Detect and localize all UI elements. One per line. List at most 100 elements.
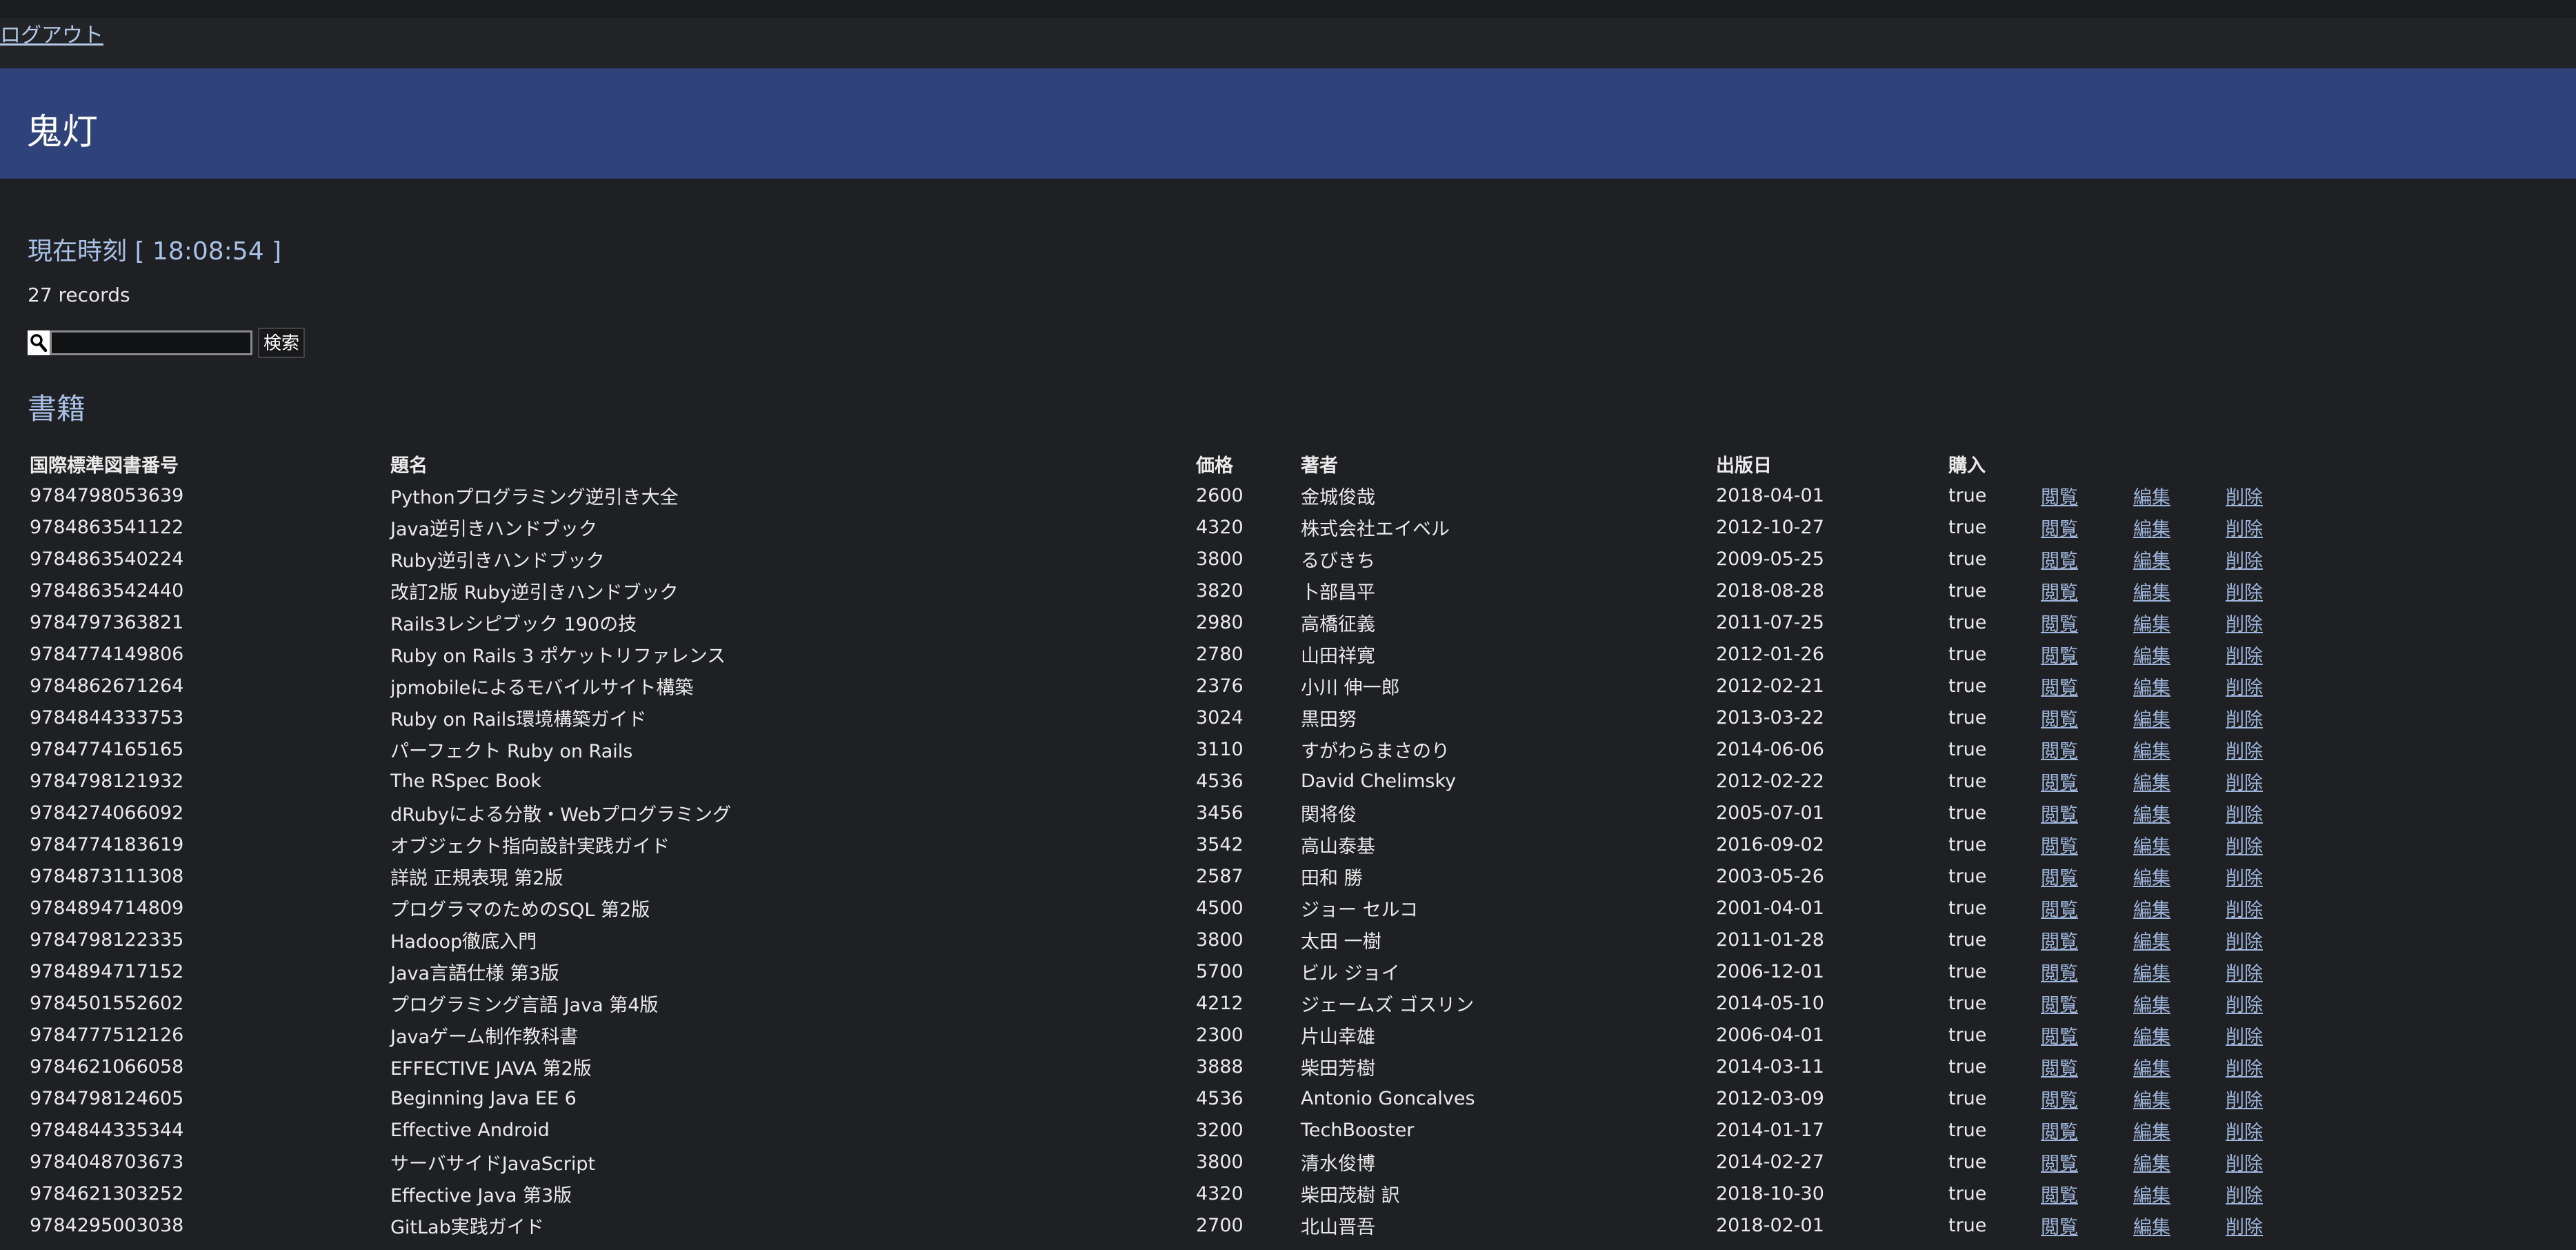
edit-link[interactable]: 編集 — [2133, 963, 2170, 984]
cell-purchase: true — [1948, 1182, 1987, 1204]
view-link[interactable]: 閲覧 — [2041, 995, 2078, 1016]
delete-link[interactable]: 削除 — [2226, 519, 2263, 540]
edit-link[interactable]: 編集 — [2133, 1217, 2170, 1238]
delete-link[interactable]: 削除 — [2226, 1122, 2263, 1143]
edit-link[interactable]: 編集 — [2133, 773, 2170, 794]
edit-link-cell: 編集 — [2133, 829, 2226, 860]
cell-author: 小川 伸一郎 — [1301, 677, 1400, 699]
cell-purchase: true — [1948, 1214, 1987, 1236]
edit-link[interactable]: 編集 — [2133, 1058, 2170, 1080]
edit-link[interactable]: 編集 — [2133, 995, 2170, 1016]
delete-link-cell: 削除 — [2226, 479, 2295, 511]
table-row: 9784894717152 Java言語仕様 第3版 5700 ビル ジョイ 2006-… — [28, 955, 2295, 987]
view-link[interactable]: 閲覧 — [2041, 963, 2078, 984]
edit-link[interactable]: 編集 — [2133, 1153, 2170, 1175]
view-link[interactable]: 閲覧 — [2041, 519, 2078, 540]
view-link-cell: 閲覧 — [2041, 702, 2133, 733]
view-link[interactable]: 閲覧 — [2041, 1090, 2078, 1111]
delete-link[interactable]: 削除 — [2226, 550, 2263, 572]
view-link[interactable]: 閲覧 — [2041, 614, 2078, 635]
edit-link[interactable]: 編集 — [2133, 900, 2170, 921]
view-link[interactable]: 閲覧 — [2041, 1058, 2078, 1080]
view-link[interactable]: 閲覧 — [2041, 1122, 2078, 1143]
cell-isbn: 9784798122335 — [30, 929, 184, 951]
delete-link[interactable]: 削除 — [2226, 487, 2263, 508]
view-link[interactable]: 閲覧 — [2041, 709, 2078, 731]
view-link[interactable]: 閲覧 — [2041, 773, 2078, 794]
cell-price: 3542 — [1196, 833, 1244, 855]
edit-link-cell: 編集 — [2133, 1178, 2226, 1209]
edit-link[interactable]: 編集 — [2133, 519, 2170, 540]
edit-link[interactable]: 編集 — [2133, 804, 2170, 826]
delete-link[interactable]: 削除 — [2226, 614, 2263, 635]
view-link[interactable]: 閲覧 — [2041, 868, 2078, 889]
delete-link[interactable]: 削除 — [2226, 963, 2263, 984]
delete-link[interactable]: 削除 — [2226, 1217, 2263, 1238]
cell-title: Ruby逆引きハンドブック — [390, 550, 605, 572]
delete-link[interactable]: 削除 — [2226, 1185, 2263, 1207]
delete-link[interactable]: 削除 — [2226, 1090, 2263, 1111]
edit-link[interactable]: 編集 — [2133, 1026, 2170, 1048]
delete-link-cell: 削除 — [2226, 1209, 2295, 1241]
view-link[interactable]: 閲覧 — [2041, 487, 2078, 508]
cell-isbn: 9784863541122 — [30, 516, 184, 538]
edit-link[interactable]: 編集 — [2133, 836, 2170, 857]
view-link[interactable]: 閲覧 — [2041, 931, 2078, 953]
edit-link-cell: 編集 — [2133, 638, 2226, 670]
delete-link[interactable]: 削除 — [2226, 931, 2263, 953]
edit-link[interactable]: 編集 — [2133, 1185, 2170, 1207]
edit-link[interactable]: 編集 — [2133, 931, 2170, 953]
view-link[interactable]: 閲覧 — [2041, 1185, 2078, 1207]
delete-link[interactable]: 削除 — [2226, 868, 2263, 889]
view-link[interactable]: 閲覧 — [2041, 836, 2078, 857]
edit-link[interactable]: 編集 — [2133, 550, 2170, 572]
view-link[interactable]: 閲覧 — [2041, 804, 2078, 826]
delete-link[interactable]: 削除 — [2226, 1153, 2263, 1175]
delete-link[interactable]: 削除 — [2226, 646, 2263, 667]
view-link[interactable]: 閲覧 — [2041, 582, 2078, 604]
delete-link[interactable]: 削除 — [2226, 582, 2263, 604]
edit-link-cell: 編集 — [2133, 575, 2226, 606]
view-link[interactable]: 閲覧 — [2041, 1153, 2078, 1175]
edit-link[interactable]: 編集 — [2133, 709, 2170, 731]
header-edit — [2133, 448, 2226, 479]
delete-link[interactable]: 削除 — [2226, 995, 2263, 1016]
cell-purchase: true — [1948, 833, 1987, 855]
cell-date: 2003-05-26 — [1716, 865, 1824, 887]
delete-link[interactable]: 削除 — [2226, 677, 2263, 699]
view-link[interactable]: 閲覧 — [2041, 741, 2078, 762]
edit-link[interactable]: 編集 — [2133, 1090, 2170, 1111]
edit-link[interactable]: 編集 — [2133, 487, 2170, 508]
view-link[interactable]: 閲覧 — [2041, 900, 2078, 921]
delete-link[interactable]: 削除 — [2226, 836, 2263, 857]
edit-link[interactable]: 編集 — [2133, 868, 2170, 889]
delete-link[interactable]: 削除 — [2226, 773, 2263, 794]
cell-isbn: 9784774183619 — [30, 833, 184, 855]
view-link[interactable]: 閲覧 — [2041, 1026, 2078, 1048]
header-isbn: 国際標準図書番号 — [30, 455, 179, 477]
delete-link[interactable]: 削除 — [2226, 900, 2263, 921]
search-input[interactable] — [50, 330, 252, 355]
view-link[interactable]: 閲覧 — [2041, 1217, 2078, 1238]
logout-link[interactable]: ログアウト — [0, 18, 103, 48]
delete-link[interactable]: 削除 — [2226, 804, 2263, 826]
delete-link[interactable]: 削除 — [2226, 1058, 2263, 1080]
view-link[interactable]: 閲覧 — [2041, 677, 2078, 699]
delete-link[interactable]: 削除 — [2226, 741, 2263, 762]
cell-isbn: 9784844333753 — [30, 706, 184, 728]
delete-link[interactable]: 削除 — [2226, 709, 2263, 731]
delete-link-cell: 削除 — [2226, 702, 2295, 733]
edit-link[interactable]: 編集 — [2133, 741, 2170, 762]
edit-link[interactable]: 編集 — [2133, 646, 2170, 667]
cell-title: プログラミング言語 Java 第4版 — [390, 994, 659, 1016]
edit-link[interactable]: 編集 — [2133, 582, 2170, 604]
edit-link[interactable]: 編集 — [2133, 677, 2170, 699]
search-button[interactable]: 検索 — [258, 328, 306, 358]
edit-link[interactable]: 編集 — [2133, 1122, 2170, 1143]
delete-link[interactable]: 削除 — [2226, 1026, 2263, 1048]
edit-link-cell: 編集 — [2133, 1209, 2226, 1241]
view-link[interactable]: 閲覧 — [2041, 550, 2078, 572]
cell-author: 株式会社エイベル — [1301, 518, 1450, 540]
edit-link[interactable]: 編集 — [2133, 614, 2170, 635]
view-link[interactable]: 閲覧 — [2041, 646, 2078, 667]
